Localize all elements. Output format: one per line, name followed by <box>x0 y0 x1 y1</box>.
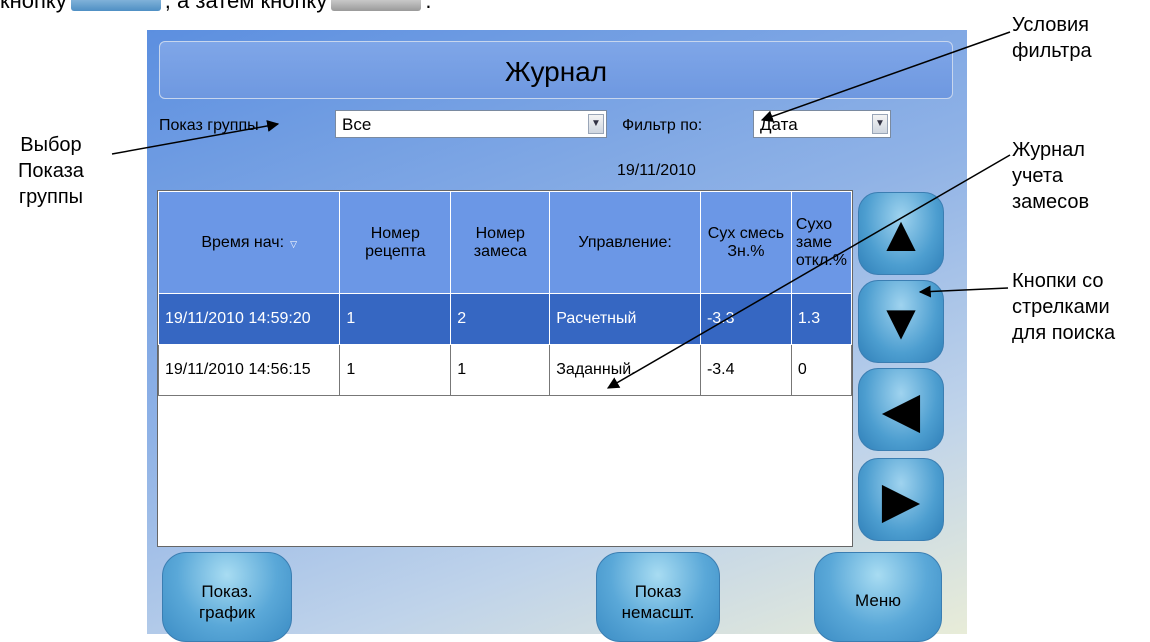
cell-recipe-number: 1 <box>339 293 452 345</box>
annotation-group-select: Выбор Показа группы <box>18 134 84 208</box>
right-arrow-icon: ▶ <box>881 471 921 528</box>
up-arrow-icon: ▲ <box>876 205 926 262</box>
blue-button-thumbnail <box>70 0 161 12</box>
cell-start-time: 19/11/2010 14:56:15 <box>158 344 341 396</box>
clipped-instruction-text: кнопку , а затем кнопку. <box>0 0 431 14</box>
filter-dropdown[interactable]: Дата ▼ <box>753 110 891 138</box>
table-header-row: Время нач: ▽ Номер рецепта Номер замеса У… <box>158 191 852 294</box>
column-header-recipe-number[interactable]: Номер рецепта <box>339 191 452 294</box>
cell-recipe-number: 1 <box>339 344 452 396</box>
cell-control: Расчетный <box>549 293 701 345</box>
show-group-label: Показ группы <box>159 117 259 134</box>
column-header-batch-number[interactable]: Номер замеса <box>450 191 551 294</box>
annotation-arrow-buttons: Кнопки со стрелками для поиска <box>1012 270 1116 344</box>
table-row[interactable]: 19/11/2010 14:59:20 1 2 Расчетный -3.3 1… <box>158 293 852 345</box>
column-header-label: Номер рецепта <box>365 224 426 260</box>
instruction-left: кнопку <box>0 0 67 13</box>
column-header-label: Время нач: <box>201 233 285 251</box>
annotation-batch-log: Журнал учета замесов <box>1012 139 1090 213</box>
chevron-down-icon[interactable]: ▼ <box>872 114 888 134</box>
date-display: 19/11/2010 <box>617 162 696 179</box>
column-header-start-time[interactable]: Время нач: ▽ <box>158 191 341 294</box>
instruction-mid: , а затем кнопку <box>164 0 328 13</box>
instruction-end: . <box>425 0 432 13</box>
show-graph-button[interactable]: Показ. график <box>162 552 292 642</box>
column-header-label: Сухо заме откл.% <box>795 215 847 269</box>
filter-value: Дата <box>760 115 798 134</box>
show-group-dropdown[interactable]: Все ▼ <box>335 110 607 138</box>
cell-batch-number: 1 <box>450 344 551 396</box>
left-arrow-icon: ◀ <box>881 381 921 438</box>
cell-dry-mix-value: -3.3 <box>699 293 792 345</box>
menu-button[interactable]: Меню <box>814 552 942 642</box>
show-graph-label: Показ. график <box>198 582 256 622</box>
batch-log-table[interactable]: Время нач: ▽ Номер рецепта Номер замеса У… <box>157 190 853 547</box>
menu-label: Меню <box>855 591 901 610</box>
cell-dry-batch-dev: 1.3 <box>790 293 852 345</box>
cell-control: Заданный. <box>549 344 701 396</box>
column-header-dry-mix-value[interactable]: Сух смесь Зн.% <box>699 191 792 294</box>
cell-batch-number: 2 <box>450 293 551 345</box>
cell-dry-mix-value: -3.4 <box>699 344 792 396</box>
chevron-down-icon[interactable]: ▼ <box>588 114 604 134</box>
grey-button-thumbnail <box>331 0 422 12</box>
show-unscaled-button[interactable]: Показ немасшт. <box>596 552 720 642</box>
cell-start-time: 19/11/2010 14:59:20 <box>158 293 341 345</box>
column-header-label: Сух смесь Зн.% <box>707 224 785 260</box>
cell-dry-batch-dev: 0 <box>790 344 852 396</box>
down-arrow-icon: ▼ <box>876 293 926 350</box>
column-header-control[interactable]: Управление: <box>549 191 701 294</box>
scroll-up-button[interactable]: ▲ <box>858 192 944 275</box>
show-unscaled-label: Показ немасшт. <box>621 582 695 622</box>
scroll-right-button[interactable]: ▶ <box>858 458 944 541</box>
filter-label: Фильтр по: <box>622 117 703 134</box>
scroll-down-button[interactable]: ▼ <box>858 280 944 363</box>
sort-icon: ▽ <box>290 238 298 249</box>
column-header-label: Управление: <box>578 233 672 251</box>
column-header-label: Номер замеса <box>473 224 527 260</box>
table-row[interactable]: 19/11/2010 14:56:15 1 1 Заданный. -3.4 0 <box>158 344 852 396</box>
title-bar: Журнал <box>159 41 953 99</box>
journal-window: Журнал Показ группы Все ▼ Фильтр по: Дат… <box>147 30 967 642</box>
scroll-left-button[interactable]: ◀ <box>858 368 944 451</box>
page-title: Журнал <box>504 56 608 87</box>
column-header-dry-batch-dev[interactable]: Сухо заме откл.% <box>790 191 852 294</box>
annotation-filter-conditions: Условия фильтра <box>1012 14 1092 62</box>
show-group-value: Все <box>342 115 372 134</box>
